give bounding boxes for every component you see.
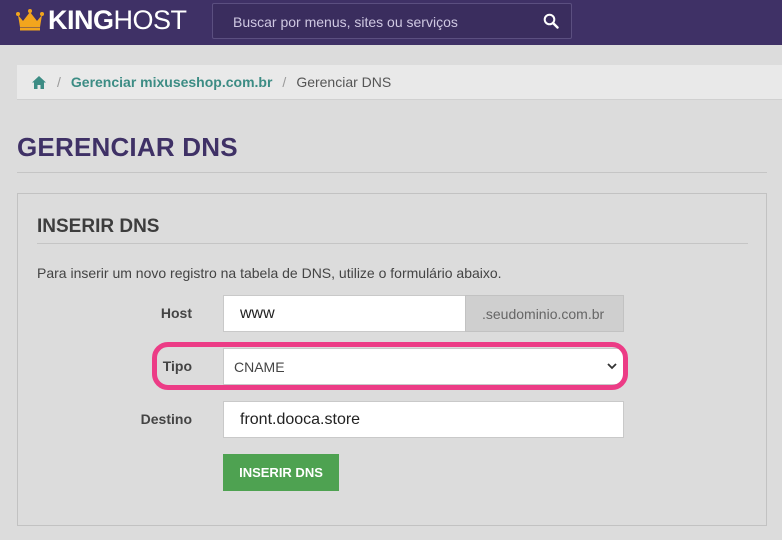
logo-text-bold: KING bbox=[48, 4, 114, 35]
destino-input-value: front.dooca.store bbox=[240, 410, 361, 428]
kinghost-logo[interactable]: KINGHOST bbox=[16, 4, 187, 36]
crown-icon bbox=[16, 9, 44, 31]
breadcrumb-separator: / bbox=[57, 74, 61, 90]
breadcrumb: / Gerenciar mixuseshop.com.br / Gerencia… bbox=[17, 65, 782, 100]
insert-dns-panel: INSERIR DNS Para inserir um novo registr… bbox=[17, 193, 767, 526]
insert-dns-button[interactable]: INSERIR DNS bbox=[223, 454, 339, 491]
home-icon[interactable] bbox=[31, 75, 47, 90]
page-title: GERENCIAR DNS bbox=[17, 132, 238, 162]
top-navbar: KINGHOST Buscar por menus, sites ou serv… bbox=[0, 0, 782, 45]
panel-description: Para inserir um novo registro na tabela … bbox=[37, 265, 502, 281]
logo-text: KINGHOST bbox=[48, 5, 187, 36]
destino-label: Destino bbox=[140, 411, 192, 427]
search-input[interactable]: Buscar por menus, sites ou serviços bbox=[212, 3, 572, 39]
panel-title: INSERIR DNS bbox=[37, 216, 160, 237]
panel-divider bbox=[37, 243, 748, 244]
host-label: Host bbox=[160, 305, 192, 321]
host-domain-suffix: .seudominio.com.br bbox=[465, 295, 624, 332]
breadcrumb-link-gerenciar-domain[interactable]: Gerenciar mixuseshop.com.br bbox=[71, 74, 273, 90]
search-placeholder: Buscar por menus, sites ou serviços bbox=[233, 14, 458, 30]
search-icon[interactable] bbox=[543, 13, 559, 29]
breadcrumb-separator: / bbox=[282, 74, 287, 90]
destino-input[interactable]: front.dooca.store bbox=[223, 401, 624, 438]
host-suffix-text: .seudominio.com.br bbox=[482, 305, 605, 322]
host-input-value: www bbox=[240, 304, 275, 322]
breadcrumb-current: Gerenciar DNS bbox=[296, 74, 392, 90]
title-divider bbox=[17, 172, 767, 173]
logo-text-light: HOST bbox=[113, 4, 188, 35]
host-input[interactable]: www bbox=[223, 295, 466, 332]
tipo-highlight-annotation bbox=[152, 342, 628, 390]
